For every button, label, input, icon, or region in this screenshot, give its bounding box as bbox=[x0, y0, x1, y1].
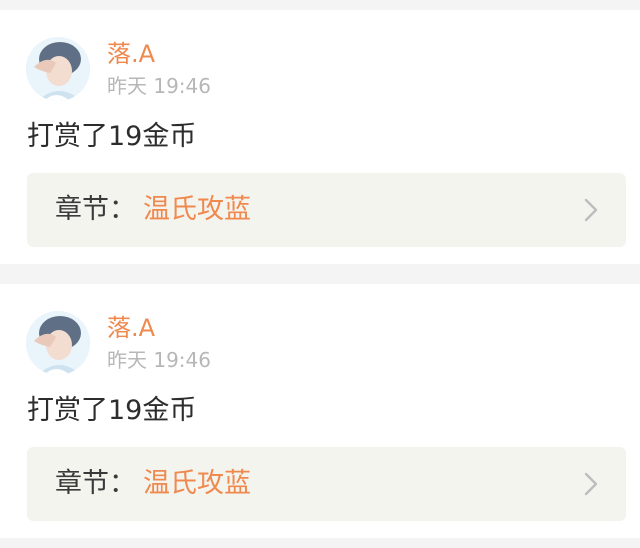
chapter-label: 章节： bbox=[55, 468, 136, 499]
reward-record-card: 落.A 昨天 19:46 打赏了19金币 章节： 温氏攻蓝 bbox=[0, 10, 640, 264]
chapter-link[interactable]: 章节： 温氏攻蓝 bbox=[27, 173, 626, 247]
chapter-title: 温氏攻蓝 bbox=[143, 194, 251, 225]
chapter-link[interactable]: 章节： 温氏攻蓝 bbox=[27, 447, 626, 521]
chevron-right-icon bbox=[584, 472, 598, 496]
username[interactable]: 落.A bbox=[107, 37, 155, 71]
avatar-image bbox=[26, 311, 90, 375]
timestamp: 昨天 19:46 bbox=[107, 74, 211, 98]
reward-message: 打赏了19金币 bbox=[27, 121, 197, 152]
chapter-title: 温氏攻蓝 bbox=[143, 468, 251, 499]
timestamp: 昨天 19:46 bbox=[107, 348, 211, 372]
reward-message: 打赏了19金币 bbox=[27, 395, 197, 426]
chapter-label: 章节： bbox=[55, 194, 136, 225]
avatar[interactable] bbox=[26, 311, 90, 375]
chevron-right-icon bbox=[584, 198, 598, 222]
reward-record-card: 落.A 昨天 19:46 打赏了19金币 章节： 温氏攻蓝 bbox=[0, 284, 640, 538]
username[interactable]: 落.A bbox=[107, 311, 155, 345]
reward-feed: 落.A 昨天 19:46 打赏了19金币 章节： 温氏攻蓝 落.A 昨天 19:… bbox=[0, 0, 640, 548]
avatar[interactable] bbox=[26, 37, 90, 101]
avatar-image bbox=[26, 37, 90, 101]
